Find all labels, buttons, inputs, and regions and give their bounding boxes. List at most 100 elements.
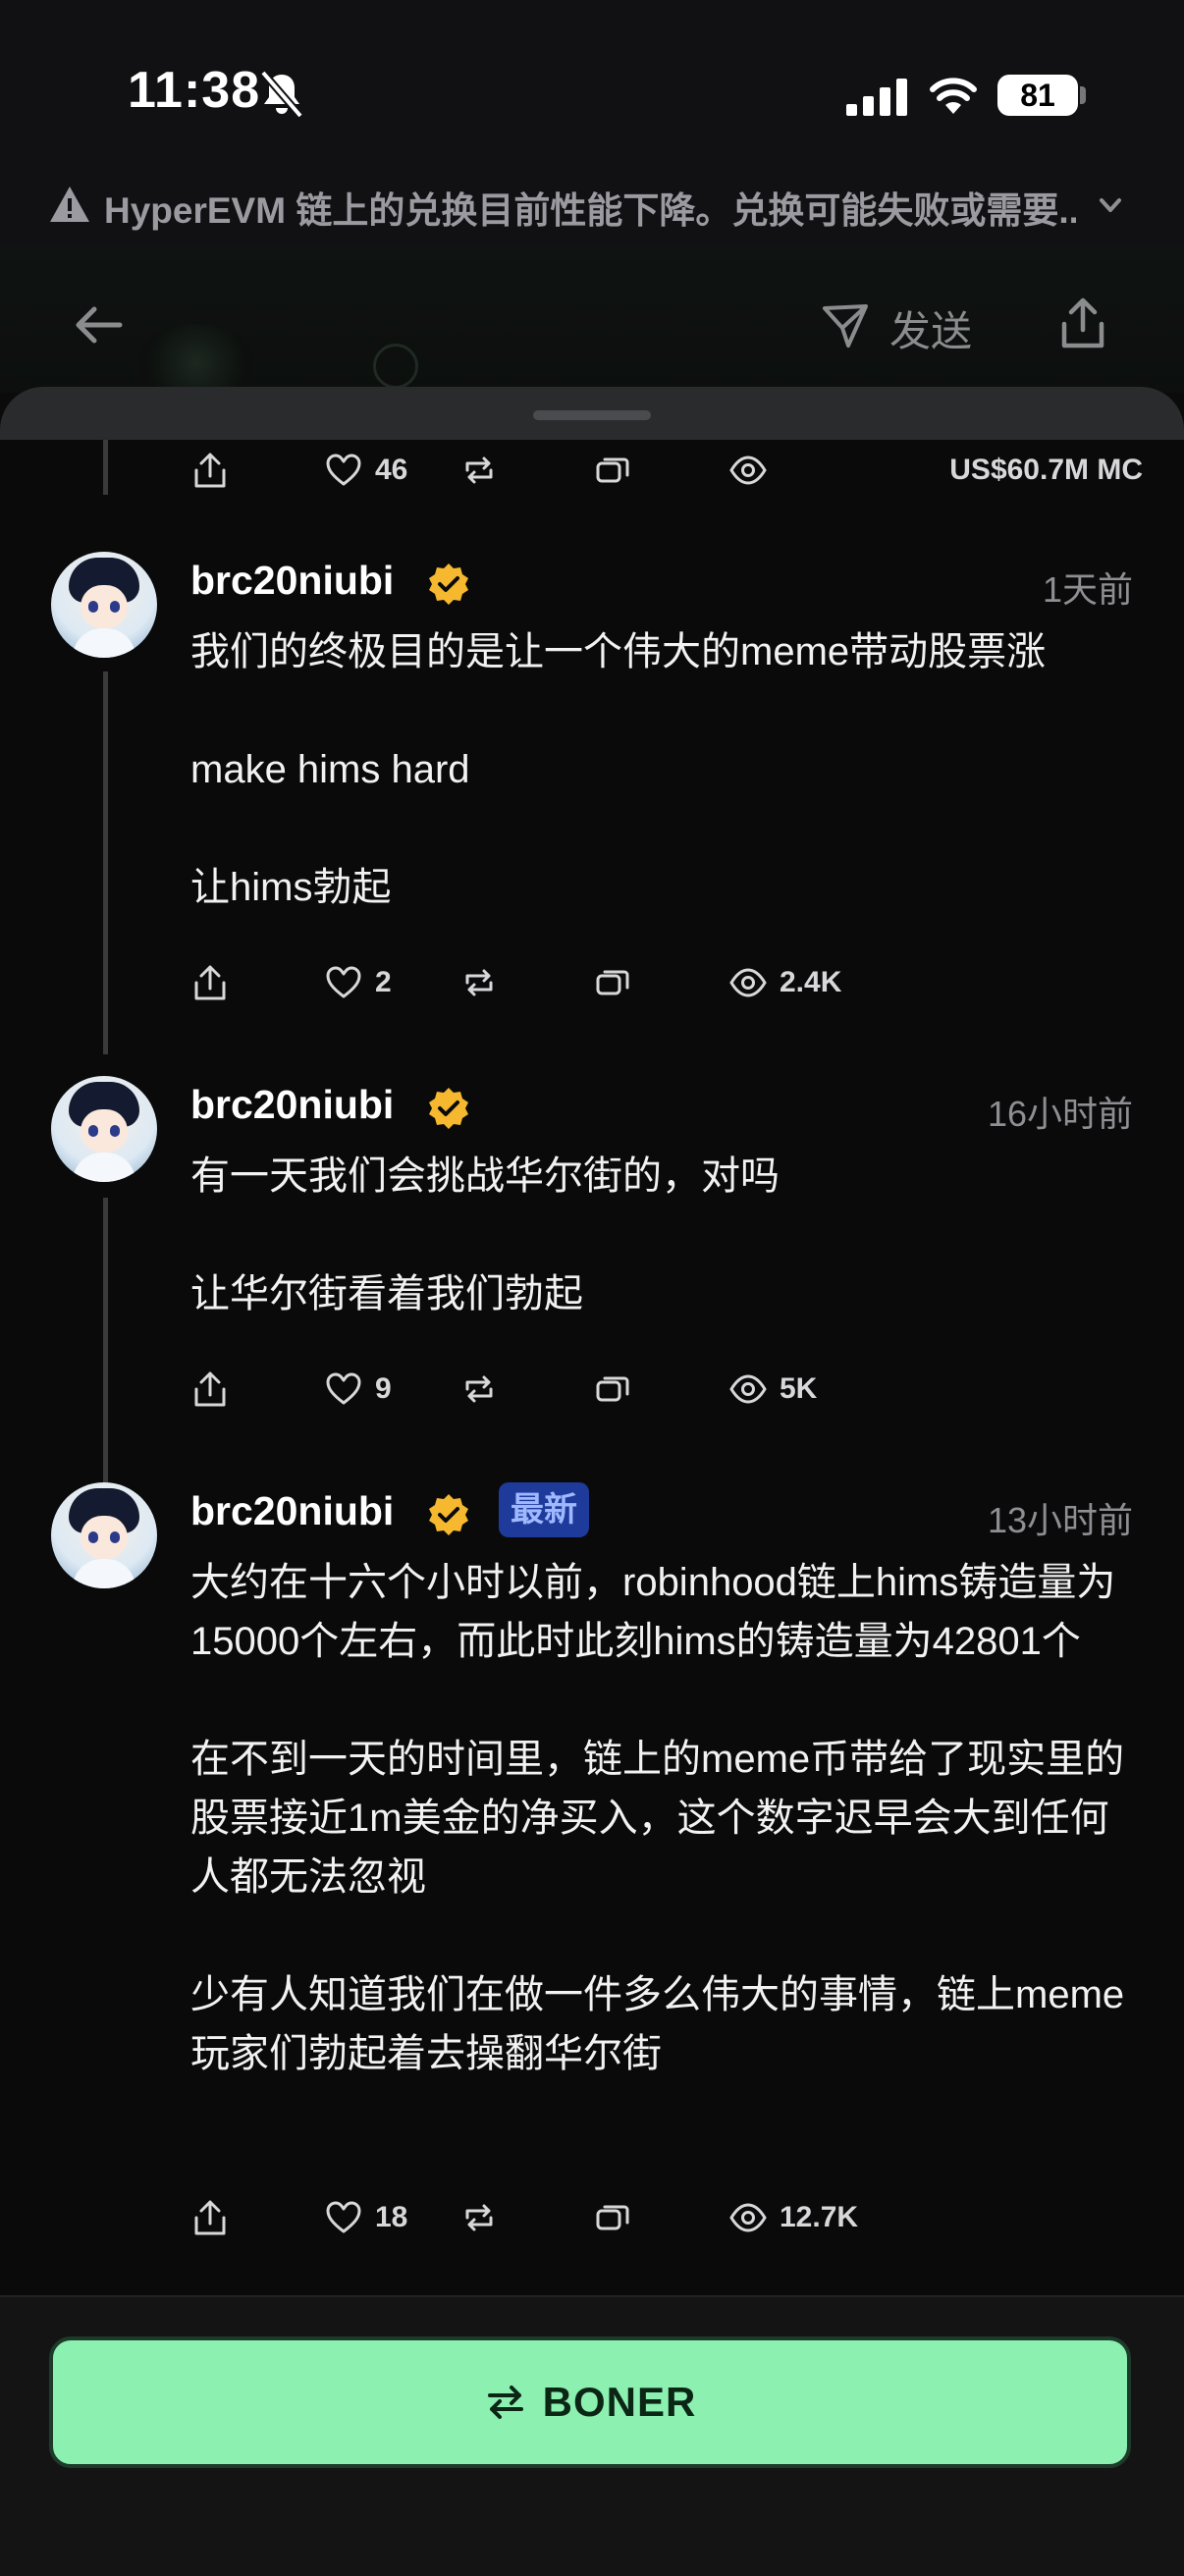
post-time: 13小时前 [987, 1500, 1133, 1540]
header: 发送 [0, 245, 1184, 402]
username[interactable]: brc20niubi [190, 1488, 394, 1534]
quote-icon [596, 2205, 629, 2230]
view-count: 2.4K [780, 966, 842, 998]
quote-action[interactable] [593, 446, 632, 495]
share-icon [194, 2200, 226, 2235]
post-text: 我们的终极目的是让一个伟大的meme带动股票涨 make hims hard 让… [190, 622, 1143, 917]
latest-badge: 最新 [499, 1482, 589, 1537]
boner-button-label: BONER [542, 2379, 697, 2425]
like-count: 2 [375, 966, 392, 998]
repost-icon [465, 456, 493, 484]
like-icon [326, 2201, 361, 2233]
share-icon [194, 965, 226, 1000]
post-paragraph: 我们的终极目的是让一个伟大的meme带动股票涨 [190, 630, 1047, 673]
status-bar: 11:38 81 [0, 0, 1184, 167]
verified-icon [429, 1088, 468, 1129]
views-icon [729, 456, 767, 485]
post-paragraph: make hims hard [190, 748, 470, 791]
verified-icon [429, 564, 468, 605]
views-action[interactable]: 5K [728, 1365, 817, 1414]
post-text: 有一天我们会挑战华尔街的，对吗 让华尔街看着我们勃起 [190, 1147, 1143, 1323]
post-paragraph: 大约在十六个小时以前，robinhood链上hims铸造量为15000个左右，而… [190, 1561, 1116, 1663]
avatar[interactable] [51, 1076, 157, 1182]
action-row: 18 12.7K [190, 2193, 1143, 2242]
view-count: 5K [780, 1372, 818, 1405]
post-paragraph: 有一天我们会挑战华尔街的，对吗 [190, 1154, 780, 1198]
username[interactable]: brc20niubi [190, 1082, 394, 1128]
bell-slash-icon [259, 70, 304, 119]
quote-action[interactable] [593, 2193, 632, 2242]
status-time: 11:38 [128, 62, 261, 119]
send-button[interactable]: 发送 [821, 295, 988, 354]
like-icon [326, 1372, 361, 1405]
bottom-bar: BONER [0, 2295, 1184, 2576]
thread-line [103, 440, 108, 495]
battery-indicator: 81 [997, 75, 1078, 116]
boner-trade-button[interactable]: BONER [49, 2336, 1131, 2468]
repost-action[interactable] [459, 958, 499, 1007]
repost-action[interactable] [459, 1365, 499, 1414]
like-count: 9 [375, 1372, 392, 1405]
repost-icon [465, 969, 493, 996]
avatar[interactable] [51, 552, 157, 658]
quote-icon [596, 457, 629, 483]
like-icon [326, 966, 361, 998]
view-count: 12.7K [780, 2201, 859, 2233]
post-time: 16小时前 [987, 1094, 1133, 1134]
views-icon [729, 2203, 767, 2232]
like-count: 18 [375, 2201, 408, 2233]
repost-action[interactable] [459, 446, 499, 495]
quote-icon [596, 1376, 629, 1402]
sheet-drag-handle[interactable] [533, 410, 651, 420]
username[interactable]: brc20niubi [190, 558, 394, 604]
verified-icon [429, 1494, 468, 1535]
share-icon[interactable] [1058, 296, 1107, 351]
views-action[interactable]: 2.4K [728, 958, 841, 1007]
warning-icon [50, 187, 89, 222]
action-row: 9 5K [190, 1365, 1143, 1414]
comments-sheet: 46 US$60.7M MC brc20niubi 1天前 我们的终极目的是让一… [0, 387, 1184, 2295]
views-icon [729, 1374, 767, 1404]
views-action[interactable]: 12.7K [728, 2193, 858, 2242]
like-icon [326, 454, 361, 486]
post-paragraph: 让hims勃起 [190, 866, 392, 909]
post-text: 大约在十六个小时以前，robinhood链上hims铸造量为15000个左右，而… [190, 1553, 1143, 2083]
share-action[interactable] [190, 958, 230, 1007]
repost-icon [465, 2204, 493, 2231]
thread-line [103, 1198, 108, 1496]
avatar[interactable] [51, 1482, 157, 1588]
back-arrow-icon[interactable] [69, 300, 128, 349]
post-time: 1天前 [1042, 569, 1133, 610]
header-decoration-ring [373, 344, 418, 389]
chevron-down-icon[interactable] [1096, 190, 1125, 220]
share-action[interactable] [190, 446, 230, 495]
thread-line [103, 671, 108, 1054]
market-cap: US$60.7M MC [949, 454, 1143, 486]
warning-text: HyperEVM 链上的兑换目前性能下降。兑换可能失败或需要... [104, 190, 1076, 231]
quote-action[interactable] [593, 1365, 632, 1414]
views-action[interactable] [728, 446, 768, 495]
like-action[interactable]: 46 [324, 446, 407, 495]
action-row-previous: 46 US$60.7M MC [190, 446, 1143, 495]
share-icon [194, 1371, 226, 1407]
like-count: 46 [375, 454, 408, 486]
swap-icon [487, 2386, 523, 2419]
send-icon [823, 304, 868, 348]
send-label: 发送 [889, 308, 973, 354]
repost-action[interactable] [459, 2193, 499, 2242]
like-action[interactable]: 9 [324, 1365, 392, 1414]
warning-banner[interactable]: HyperEVM 链上的兑换目前性能下降。兑换可能失败或需要... [0, 167, 1184, 245]
quote-icon [596, 970, 629, 995]
wifi-icon [930, 78, 977, 114]
repost-icon [465, 1375, 493, 1403]
share-action[interactable] [190, 1365, 230, 1414]
quote-action[interactable] [593, 958, 632, 1007]
post-paragraph: 让华尔街看着我们勃起 [190, 1272, 583, 1315]
post-paragraph: 少有人知道我们在做一件多么伟大的事情，链上meme玩家们勃起着去操翻华尔街 [190, 1973, 1125, 2075]
views-icon [729, 968, 767, 997]
battery-tip [1080, 86, 1086, 104]
like-action[interactable]: 18 [324, 2193, 407, 2242]
like-action[interactable]: 2 [324, 958, 392, 1007]
post-paragraph: 在不到一天的时间里，链上的meme币带给了现实里的股票接近1m美金的净买入，这个… [190, 1738, 1125, 1899]
share-action[interactable] [190, 2193, 230, 2242]
